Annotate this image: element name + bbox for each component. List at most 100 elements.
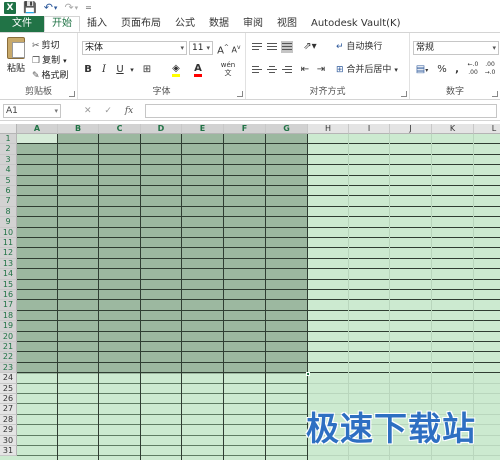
column-header-e[interactable]: E bbox=[182, 124, 224, 134]
row-header-6[interactable]: 6 bbox=[0, 186, 17, 197]
cancel-icon[interactable]: ✕ bbox=[84, 106, 92, 116]
row-header-18[interactable]: 18 bbox=[0, 310, 17, 322]
row-header-1[interactable]: 1 bbox=[0, 134, 17, 145]
fill-handle[interactable] bbox=[306, 372, 310, 376]
column-header-h[interactable]: H bbox=[308, 124, 349, 134]
row-header-28[interactable]: 28 bbox=[0, 414, 17, 426]
font-size-select[interactable]: 11 ▾ bbox=[189, 41, 213, 55]
column-header-i[interactable]: I bbox=[349, 124, 390, 134]
align-center-icon[interactable] bbox=[266, 64, 278, 76]
tab-view[interactable]: 视图 bbox=[270, 16, 304, 32]
align-top-icon[interactable] bbox=[251, 41, 263, 53]
chevron-down-icon[interactable]: ▾ bbox=[128, 63, 136, 77]
row-header-20[interactable]: 20 bbox=[0, 331, 17, 342]
cut-button[interactable]: ✂ 剪切 bbox=[32, 38, 60, 51]
align-middle-icon[interactable] bbox=[266, 41, 278, 53]
row-header-25[interactable]: 25 bbox=[0, 383, 17, 394]
fill-color-icon[interactable]: ◈ bbox=[170, 62, 182, 77]
row-header-9[interactable]: 9 bbox=[0, 217, 17, 228]
row-header-17[interactable]: 17 bbox=[0, 300, 17, 311]
undo-icon[interactable]: ↶ bbox=[44, 2, 53, 14]
row-header-13[interactable]: 13 bbox=[0, 258, 17, 270]
dialog-launcher-icon[interactable] bbox=[69, 91, 75, 97]
tab-formulas[interactable]: 公式 bbox=[168, 16, 202, 32]
customize-icon[interactable]: = bbox=[85, 2, 92, 14]
tab-review[interactable]: 审阅 bbox=[236, 16, 270, 32]
row-header-31[interactable]: 31 bbox=[0, 446, 17, 457]
select-all-button[interactable] bbox=[0, 124, 17, 134]
row-header-24[interactable]: 24 bbox=[0, 373, 17, 384]
row-header-16[interactable]: 16 bbox=[0, 290, 17, 301]
formula-input[interactable] bbox=[145, 104, 497, 118]
align-bottom-icon[interactable] bbox=[281, 41, 293, 53]
row-header-2[interactable]: 2 bbox=[0, 144, 17, 155]
format-painter-button[interactable]: ✎ 格式刷 bbox=[32, 68, 69, 81]
number-format-select[interactable]: 常规 ▾ bbox=[413, 41, 499, 55]
tab-page-layout[interactable]: 页面布局 bbox=[114, 16, 168, 32]
row-header-10[interactable]: 10 bbox=[0, 227, 17, 238]
chevron-down-icon[interactable]: ▾ bbox=[54, 2, 58, 14]
tab-file[interactable]: 文件 bbox=[0, 16, 44, 32]
percent-button[interactable]: % bbox=[436, 63, 448, 77]
orientation-icon[interactable]: ⇗▾ bbox=[300, 40, 320, 54]
row-header-26[interactable]: 26 bbox=[0, 394, 17, 405]
shrink-font-button[interactable]: Av bbox=[230, 41, 242, 58]
row-header-15[interactable]: 15 bbox=[0, 279, 17, 290]
row-header-3[interactable]: 3 bbox=[0, 154, 17, 166]
row-header-14[interactable]: 14 bbox=[0, 269, 17, 280]
row-header-22[interactable]: 22 bbox=[0, 352, 17, 363]
chevron-down-icon[interactable]: ▾ bbox=[63, 57, 67, 65]
comma-button[interactable]: , bbox=[452, 63, 462, 77]
chevron-down-icon[interactable]: ▾ bbox=[75, 2, 79, 14]
dialog-launcher-icon[interactable] bbox=[401, 91, 407, 97]
save-icon[interactable]: 💾 bbox=[23, 2, 37, 14]
column-header-g[interactable]: G bbox=[266, 124, 308, 134]
row-header-27[interactable]: 27 bbox=[0, 404, 17, 415]
decrease-indent-icon[interactable]: ⇤ bbox=[298, 63, 312, 77]
row-header-12[interactable]: 12 bbox=[0, 248, 17, 259]
grow-font-button[interactable]: A^ bbox=[217, 41, 229, 58]
decrease-decimal-icon[interactable]: .00 →.0 bbox=[483, 61, 497, 77]
column-header-d[interactable]: D bbox=[141, 124, 182, 134]
font-family-select[interactable]: 宋体 ▾ bbox=[82, 41, 187, 55]
row-header-5[interactable]: 5 bbox=[0, 175, 17, 186]
row-header-7[interactable]: 7 bbox=[0, 196, 17, 207]
column-header-c[interactable]: C bbox=[99, 124, 141, 134]
row-header-30[interactable]: 30 bbox=[0, 435, 17, 446]
column-header-b[interactable]: B bbox=[58, 124, 99, 134]
currency-icon[interactable]: ▤▾ bbox=[413, 63, 431, 78]
tab-insert[interactable]: 插入 bbox=[80, 16, 114, 32]
increase-indent-icon[interactable]: ⇥ bbox=[314, 63, 328, 77]
tab-home[interactable]: 开始 bbox=[44, 16, 80, 32]
dialog-launcher-icon[interactable] bbox=[237, 91, 243, 97]
wrap-text-button[interactable]: ↵ 自动换行 bbox=[336, 40, 406, 54]
name-box[interactable]: A1 ▾ bbox=[3, 104, 61, 118]
column-header-l[interactable]: L bbox=[474, 124, 500, 134]
column-header-f[interactable]: F bbox=[224, 124, 266, 134]
paste-button[interactable]: 粘贴 bbox=[4, 37, 28, 74]
column-header-a[interactable]: A bbox=[17, 124, 58, 134]
row-header-29[interactable]: 29 bbox=[0, 425, 17, 436]
row-header-8[interactable]: 8 bbox=[0, 206, 17, 218]
align-left-icon[interactable] bbox=[251, 64, 263, 76]
column-header-j[interactable]: J bbox=[390, 124, 432, 134]
insert-function-icon[interactable]: fx bbox=[125, 106, 133, 116]
increase-decimal-icon[interactable]: ←.0.00 bbox=[466, 61, 480, 77]
enter-icon[interactable]: ✓ bbox=[104, 106, 112, 116]
align-right-icon[interactable] bbox=[281, 64, 293, 76]
redo-icon[interactable]: ↷ bbox=[64, 2, 73, 14]
italic-button[interactable]: I bbox=[98, 63, 110, 77]
borders-icon[interactable]: ⊞ bbox=[140, 63, 154, 77]
row-header-21[interactable]: 21 bbox=[0, 342, 17, 353]
tab-data[interactable]: 数据 bbox=[202, 16, 236, 32]
font-color-icon[interactable]: A bbox=[192, 62, 204, 77]
phonetic-guide-icon[interactable]: wén 文 bbox=[218, 61, 238, 77]
column-header-k[interactable]: K bbox=[432, 124, 474, 134]
dialog-launcher-icon[interactable] bbox=[492, 91, 498, 97]
tab-autodesk-vault[interactable]: Autodesk Vault(K) bbox=[304, 16, 408, 32]
row-header-19[interactable]: 19 bbox=[0, 321, 17, 332]
row-header-23[interactable]: 23 bbox=[0, 362, 17, 374]
copy-button[interactable]: ❐ 复制 ▾ bbox=[32, 53, 67, 66]
merge-center-button[interactable]: ⊞ 合并后居中 ▾ bbox=[336, 63, 408, 77]
row-header-11[interactable]: 11 bbox=[0, 238, 17, 249]
